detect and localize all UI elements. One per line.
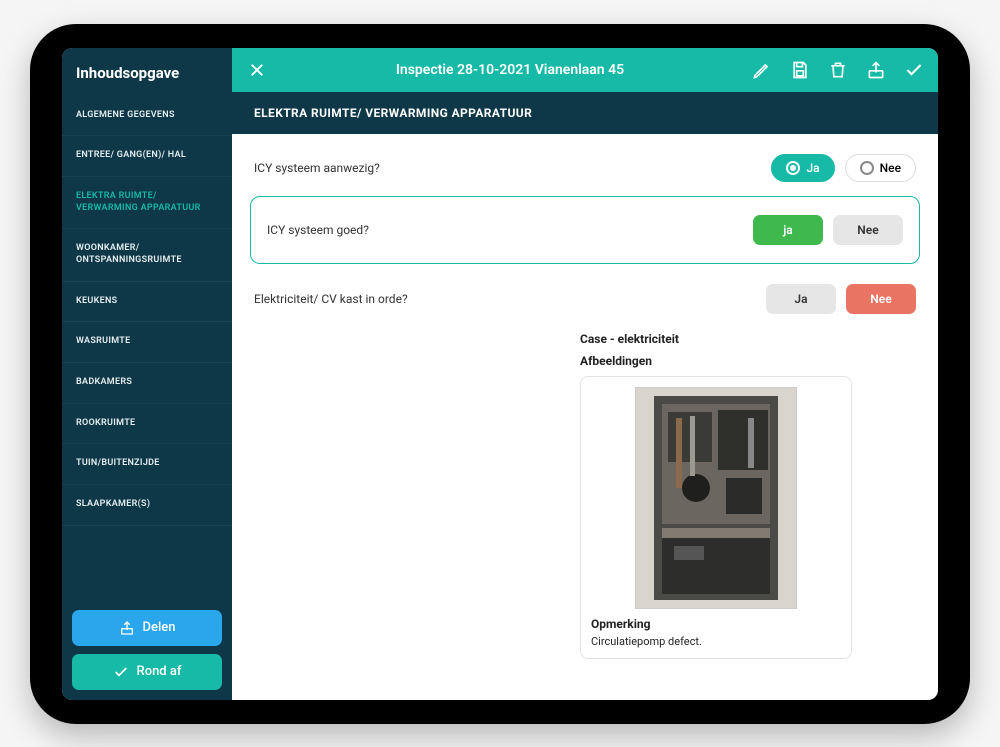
image-box: Opmerking Circulatiepomp defect.: [580, 376, 852, 659]
share-button[interactable]: Delen: [72, 610, 222, 646]
screen: Inhoudsopgave ALGEMENE GEGEVENS ENTREE/ …: [62, 48, 938, 700]
option-no[interactable]: Nee: [833, 215, 903, 245]
boiler-photo-icon: [636, 388, 796, 608]
sidebar-item-slaapkamers[interactable]: SLAAPKAMER(S): [62, 485, 232, 526]
note-text: Circulatiepomp defect.: [591, 635, 841, 648]
content: ICY systeem aanwezig? Ja Nee: [232, 134, 938, 700]
sidebar-item-general[interactable]: ALGEMENE GEGEVENS: [62, 96, 232, 137]
sidebar-title: Inhoudsopgave: [62, 48, 232, 96]
topbar-actions: [752, 60, 924, 80]
confirm-icon[interactable]: [904, 60, 924, 80]
sidebar-item-tuin[interactable]: TUIN/BUITENZIJDE: [62, 444, 232, 485]
sidebar-footer: Delen Rond af: [62, 600, 232, 700]
option-label: Ja: [806, 161, 819, 175]
option-label: Nee: [880, 161, 901, 175]
page-title: Inspectie 28-10-2021 Vianenlaan 45: [278, 62, 742, 78]
option-no[interactable]: Nee: [845, 154, 916, 182]
case-photo[interactable]: [635, 387, 797, 609]
option-yes[interactable]: ja: [753, 215, 823, 245]
tablet-frame: Inhoudsopgave ALGEMENE GEGEVENS ENTREE/ …: [30, 24, 970, 724]
section-header: ELEKTRA RUIMTE/ VERWARMING APPARATUUR: [232, 92, 938, 134]
complete-button[interactable]: Rond af: [72, 654, 222, 690]
close-button[interactable]: [246, 59, 268, 81]
question-icy-good: ICY systeem goed? ja Nee: [250, 196, 920, 264]
trash-icon[interactable]: [828, 60, 848, 80]
sidebar-item-rookruimte[interactable]: ROOKRUIMTE: [62, 404, 232, 445]
question-label: ICY systeem goed?: [267, 223, 743, 237]
question-label: ICY systeem aanwezig?: [254, 161, 761, 175]
sidebar-item-badkamers[interactable]: BADKAMERS: [62, 363, 232, 404]
radio-icon: [786, 161, 800, 175]
sidebar-item-elektra[interactable]: ELEKTRA RUIMTE/ VERWARMING APPARATUUR: [62, 177, 232, 229]
edit-icon[interactable]: [752, 60, 772, 80]
sidebar-item-keukens[interactable]: KEUKENS: [62, 282, 232, 323]
question-label: Elektriciteit/ CV kast in orde?: [254, 292, 756, 306]
option-yes[interactable]: Ja: [766, 284, 836, 314]
case-title: Case - elektriciteit: [580, 332, 920, 346]
question-cv-kast: Elektriciteit/ CV kast in orde? Ja Nee: [250, 278, 920, 320]
question-icy-present: ICY systeem aanwezig? Ja Nee: [250, 148, 920, 188]
sidebar-item-woonkamer[interactable]: WOONKAMER/ ONTSPANNINGSRUIMTE: [62, 229, 232, 281]
sidebar-item-entree[interactable]: ENTREE/ GANG(EN)/ HAL: [62, 136, 232, 177]
sidebar-list: ALGEMENE GEGEVENS ENTREE/ GANG(EN)/ HAL …: [62, 96, 232, 600]
toggle-icy-present: Ja Nee: [771, 154, 916, 182]
export-icon[interactable]: [866, 60, 886, 80]
case-block: Case - elektriciteit Afbeeldingen: [250, 332, 920, 659]
option-yes[interactable]: Ja: [771, 154, 834, 182]
radio-icon: [860, 161, 874, 175]
save-icon[interactable]: [790, 60, 810, 80]
option-no[interactable]: Nee: [846, 284, 916, 314]
check-icon: [113, 664, 129, 680]
images-label: Afbeeldingen: [580, 354, 920, 368]
topbar: Inspectie 28-10-2021 Vianenlaan 45: [232, 48, 938, 92]
note-label: Opmerking: [591, 617, 841, 631]
sidebar-item-wasruimte[interactable]: WASRUIMTE: [62, 322, 232, 363]
main: Inspectie 28-10-2021 Vianenlaan 45 ELEKT…: [232, 48, 938, 700]
sidebar: Inhoudsopgave ALGEMENE GEGEVENS ENTREE/ …: [62, 48, 232, 700]
share-icon: [119, 620, 135, 636]
share-button-label: Delen: [143, 620, 176, 635]
complete-button-label: Rond af: [137, 664, 182, 679]
close-icon: [248, 61, 266, 79]
